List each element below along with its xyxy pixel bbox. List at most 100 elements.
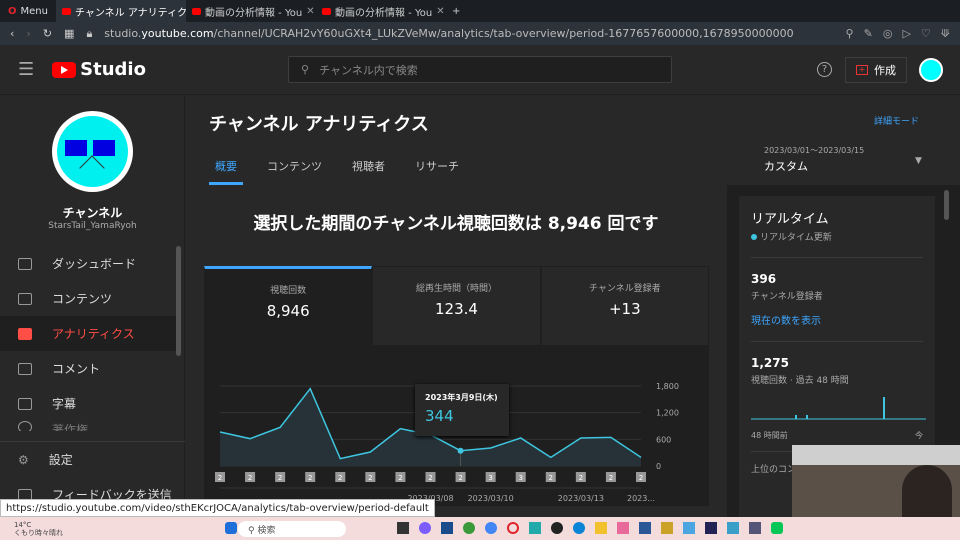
analytics-icon	[18, 327, 32, 340]
metric-card-views[interactable]: 視聴回数 8,946	[204, 266, 373, 346]
live-dot-icon	[751, 234, 757, 240]
back-icon[interactable]: ‹	[10, 27, 14, 40]
chart-tooltip: 2023年3月9日(木) 344	[415, 384, 509, 436]
gear-icon: ⚙	[18, 452, 29, 467]
subtitles-icon	[18, 397, 32, 410]
taskbar-search[interactable]: ⚲ 検索	[238, 521, 346, 537]
metric-cards: 視聴回数 8,946 総再生時間（時間） 123.4 チャンネル登録者 +13	[204, 266, 709, 346]
studio-header: ☰ Studio ⚲ チャンネル内で検索 ? + 作成	[0, 45, 960, 95]
windows-taskbar: 14°C くもり時々晴れ ⚲ 検索	[0, 517, 960, 540]
x-tick-label: 2023/03/10	[468, 494, 514, 503]
url-field[interactable]: studio.youtube.com/channel/UCRAH2vY60uGX…	[104, 27, 793, 40]
browser-tab[interactable]: 動画の分析情報 - You ✕	[316, 0, 446, 22]
upload-badge-count: 2	[458, 474, 462, 482]
upload-badge-count: 2	[549, 474, 553, 482]
upload-badge-count: 2	[248, 474, 252, 482]
views-chart-panel: 06001,2001,8002222222223322222023/03/082…	[204, 346, 709, 506]
browser-tab[interactable]: 動画の分析情報 - You ✕	[186, 0, 316, 22]
y-tick-label: 1,800	[656, 382, 679, 391]
youtube-logo-icon	[52, 61, 77, 78]
menu-icon[interactable]: ☰	[18, 59, 34, 80]
status-bar-url: https://studio.youtube.com/video/sthEKcr…	[0, 499, 435, 517]
metric-card-subscribers[interactable]: チャンネル登録者 +13	[540, 266, 709, 346]
x-tick-label: 2023/03/13	[558, 494, 604, 503]
y-tick-label: 0	[656, 462, 661, 471]
upload-badge-count: 2	[368, 474, 372, 482]
taskbar-apps[interactable]	[225, 522, 237, 534]
chevron-down-icon[interactable]: ▼	[915, 156, 922, 166]
new-tab-button[interactable]: +	[446, 6, 460, 17]
youtube-icon	[321, 7, 331, 15]
help-icon[interactable]: ?	[817, 62, 832, 77]
browser-tab[interactable]: チャンネル アナリティクス✕	[55, 0, 186, 22]
tab-overview[interactable]: 概要	[209, 158, 243, 185]
search-input[interactable]: ⚲ チャンネル内で検索	[288, 56, 672, 83]
sidebar-nav: ダッシュボード コンテンツ アナリティクス コメント 字幕 著作権	[0, 246, 178, 431]
y-tick-label: 600	[656, 435, 671, 444]
sidebar-scrollbar[interactable]	[176, 246, 181, 356]
forward-icon[interactable]: ›	[26, 27, 30, 40]
youtube-icon	[61, 7, 71, 15]
tab-research[interactable]: リサーチ	[415, 158, 459, 174]
reload-icon[interactable]: ↻	[43, 27, 52, 40]
upload-badge-count: 2	[428, 474, 432, 482]
analytics-main: チャンネル アナリティクス 概要 コンテンツ 視聴者 リサーチ 選択した期間のチ…	[186, 96, 726, 540]
studio-logo[interactable]: Studio	[52, 59, 146, 80]
opera-menu-button[interactable]: O Menu	[0, 6, 56, 17]
start-icon	[225, 522, 237, 534]
realtime-bar-chart[interactable]	[751, 394, 926, 424]
browser-extensions[interactable]: ⚲ ✎ ◎ ▷ ♡ ⟱	[846, 27, 960, 40]
upload-badge-count: 2	[308, 474, 312, 482]
x-tick-label: 2023...	[627, 494, 655, 503]
comment-icon	[18, 362, 32, 375]
create-video-icon: +	[856, 65, 868, 75]
youtube-icon	[191, 7, 201, 15]
copyright-icon	[18, 421, 32, 431]
upload-badge-count: 2	[398, 474, 402, 482]
sidebar-item-dashboard[interactable]: ダッシュボード	[0, 246, 178, 281]
account-avatar[interactable]	[919, 58, 943, 82]
taskbar-pinned-apps[interactable]	[397, 522, 783, 534]
tab-content[interactable]: コンテンツ	[267, 158, 322, 174]
upload-badge-count: 2	[278, 474, 282, 482]
channel-avatar[interactable]	[52, 111, 133, 192]
sidebar-item-comments[interactable]: コメント	[0, 351, 178, 386]
create-button[interactable]: + 作成	[845, 57, 907, 83]
sidebar-item-content[interactable]: コンテンツ	[0, 281, 178, 316]
main-scrollbar[interactable]	[944, 190, 949, 220]
upload-badge-count: 2	[579, 474, 583, 482]
close-icon[interactable]: ✕	[306, 6, 314, 17]
show-current-count-link[interactable]: 現在の数を表示	[751, 312, 923, 327]
page-title: チャンネル アナリティクス	[209, 114, 429, 135]
upload-badge-count: 3	[488, 474, 492, 482]
analytics-tabs: 概要 コンテンツ 視聴者 リサーチ	[209, 158, 459, 185]
channel-name: チャンネル	[62, 206, 123, 220]
summary-headline: 選択した期間のチャンネル視聴回数は 8,946 回です	[253, 214, 659, 234]
sidebar-item-subtitles[interactable]: 字幕	[0, 386, 178, 421]
close-icon[interactable]: ✕	[436, 6, 444, 17]
address-bar: ‹ › ↻ ▦ 🔒︎ studio.youtube.com/channel/UCRAH2…	[0, 22, 960, 45]
metric-card-watch-time[interactable]: 総再生時間（時間） 123.4	[372, 266, 541, 346]
y-tick-label: 1,200	[656, 409, 679, 418]
sidebar: チャンネル StarsTail_YamaRyoh ダッシュボード コンテンツ ア…	[0, 96, 185, 540]
upload-badge-count: 3	[518, 474, 522, 482]
upload-badge-count: 2	[639, 474, 643, 482]
dashboard-icon	[18, 257, 32, 270]
sidebar-item-analytics[interactable]: アナリティクス	[0, 316, 178, 351]
period-select[interactable]: カスタム	[764, 158, 808, 174]
channel-handle: StarsTail_YamaRyoh	[48, 221, 137, 231]
grid-icon[interactable]: ▦	[64, 27, 74, 40]
weather-widget[interactable]: 14°C くもり時々晴れ	[14, 521, 63, 537]
date-range[interactable]: 2023/03/01～2023/03/15	[764, 145, 864, 156]
advanced-mode-link[interactable]: 詳細モード	[874, 114, 919, 127]
upload-badge-count: 2	[218, 474, 222, 482]
upload-badge-count: 2	[609, 474, 613, 482]
upload-badge-count: 2	[338, 474, 342, 482]
opera-icon: O	[8, 5, 17, 17]
content-icon	[18, 292, 32, 305]
sidebar-item-copyright[interactable]: 著作権	[0, 421, 178, 431]
tab-audience[interactable]: 視聴者	[352, 158, 385, 174]
sidebar-item-settings[interactable]: ⚙ 設定	[0, 442, 185, 477]
search-icon: ⚲	[301, 63, 310, 76]
lock-icon: 🔒︎	[86, 26, 93, 40]
